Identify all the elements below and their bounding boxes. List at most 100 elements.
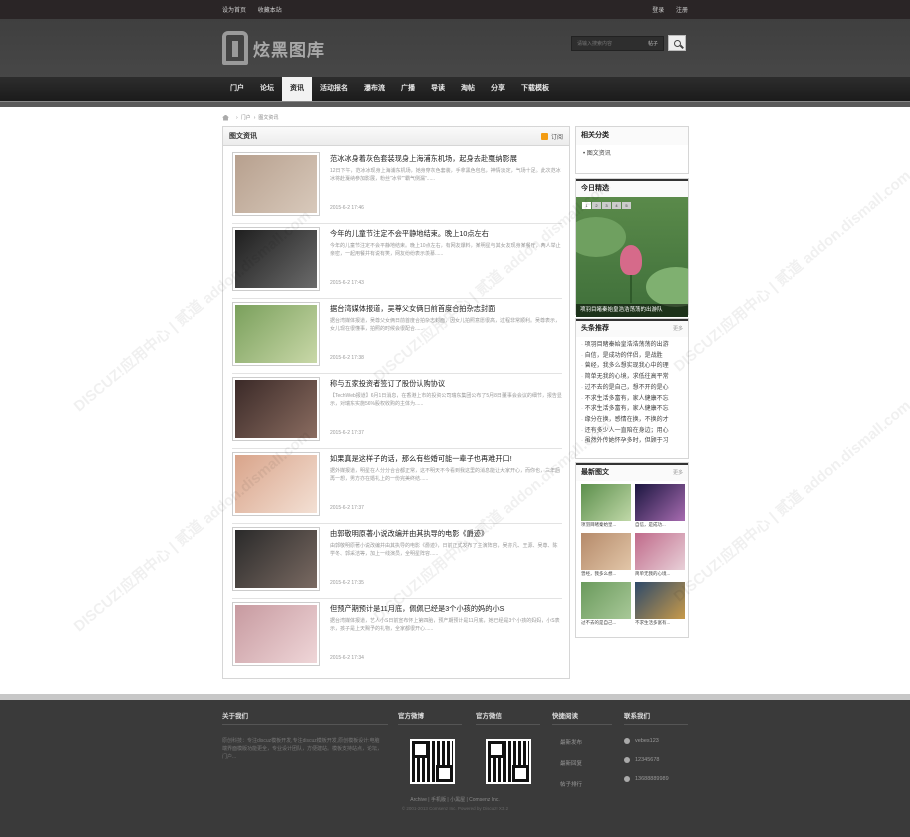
latest-title: 最新图文 (581, 469, 609, 476)
slide-dot[interactable]: 5 (622, 202, 631, 209)
today-picks-title: 今日精选 (576, 179, 688, 197)
article-thumbnail[interactable] (232, 377, 320, 441)
headline-item[interactable]: 过不去的是自己，想不开的是心 (581, 383, 683, 394)
headline-item[interactable]: 简单无我的心境，求低往高平常 (581, 372, 683, 383)
slideshow[interactable]: 1 2 3 4 5 项羽目睹秦始皇浩浩荡荡的出游队 (576, 197, 688, 317)
headlines-box: 头条推荐 更多 项羽目睹秦始皇浩浩荡荡的出游 自信，是成功的伴侣，是战胜 曾经，… (575, 318, 689, 459)
logo-text: 炫黑图库 (253, 40, 325, 60)
search-placeholder: 请输入搜索内容 (577, 41, 613, 47)
nav-item-forum[interactable]: 论坛 (252, 77, 282, 101)
footer-quick-link[interactable]: 最新发布 (552, 738, 612, 746)
article-date: 2015-6-2 17:37 (330, 430, 364, 436)
article-thumbnail[interactable] (232, 152, 320, 216)
set-homepage-link[interactable]: 设为首页 (222, 8, 246, 14)
footer-quick-link[interactable]: 最新回复 (552, 759, 612, 767)
footer-rule (398, 724, 462, 725)
contact-phone: 12345678 (624, 757, 688, 763)
phone-icon (624, 757, 630, 763)
nav-item-share[interactable]: 分享 (483, 77, 513, 101)
latest-more-link[interactable]: 更多 (673, 464, 683, 482)
latest-caption: 不求生活多富有... (635, 620, 671, 625)
nav-item-collections[interactable]: 淘帖 (453, 77, 483, 101)
article-title[interactable]: 称与五家投资者签订了股份认购协议 (330, 379, 562, 389)
category-list: • 图文资讯 (576, 145, 688, 163)
latest-caption: 自信，是成功... (635, 522, 666, 527)
article-summary: 【TechWeb报道】6月1日消息，在香港上市的投资公司瑞东集团公布了5月8日董… (330, 393, 562, 407)
latest-item[interactable]: 简单无我的心境... (635, 533, 685, 578)
rss-label: 订阅 (550, 134, 563, 141)
footer-copyright: © 2001-2013 Comsenz Inc. Powered by Disc… (401, 806, 509, 811)
headline-item[interactable]: 虽然外传她怀孕多时，但顾于习 (581, 436, 683, 447)
weibo-qr-code-icon (410, 739, 455, 784)
bookmark-link[interactable]: 收藏本站 (258, 8, 282, 14)
slide-dot[interactable]: 4 (612, 202, 621, 209)
headline-item[interactable]: 自信，是成功的伴侣，是战胜 (581, 351, 683, 362)
latest-item[interactable]: 过不去的是自己... (581, 582, 631, 627)
slide-dot[interactable]: 2 (592, 202, 601, 209)
breadcrumb-current[interactable]: 图文资讯 (258, 114, 278, 121)
breadcrumb-portal[interactable]: 门户 (241, 114, 251, 121)
headline-item[interactable]: 还有多少人一直陪在身边；用心 (581, 426, 683, 437)
article-title[interactable]: 如果真是这样子的话，那么有些婚可能一辈子也再难开口! (330, 454, 562, 464)
article-summary: 今年的儿童节注定不会平静地结束。晚上10点左右，有网友爆料，某明星与其女友现身某… (330, 243, 561, 257)
search-input[interactable]: 请输入搜索内容 帖子 (571, 36, 664, 51)
slide-dot[interactable]: 1 (582, 202, 591, 209)
article-thumbnail[interactable] (232, 302, 320, 366)
article-thumbnail[interactable] (232, 527, 320, 591)
login-link[interactable]: 登录 (652, 8, 664, 14)
latest-box: 最新图文 更多 项羽目睹秦始皇... 自信，是成功... 曾经，我多么想... … (575, 462, 689, 638)
register-link[interactable]: 注册 (676, 8, 688, 14)
headline-item[interactable]: 曾经，我多么想实现我心中的理 (581, 361, 683, 372)
slide-lotus (620, 245, 642, 275)
headline-item[interactable]: 不求生活多富有，家人健康不忘 (581, 404, 683, 415)
headline-item[interactable]: 不求生活多富有，家人健康不忘 (581, 394, 683, 405)
article-title[interactable]: 由郭敬明原著小说改编并由其执导的电影《爵迹》 (330, 529, 562, 539)
article-title[interactable]: 据台湾媒体报道，吴尊父女俩日前首度合拍杂志封面 (330, 304, 562, 314)
latest-item[interactable]: 自信，是成功... (635, 484, 685, 529)
latest-caption: 简单无我的心境... (635, 571, 671, 576)
nav-item-download[interactable]: 下载模板 (513, 77, 557, 101)
headline-item[interactable]: 项羽目睹秦始皇浩浩荡荡的出游 (581, 340, 683, 351)
footer-quick-link[interactable]: 帖子排行 (552, 780, 612, 788)
article-thumbnail[interactable] (232, 602, 320, 666)
home-icon[interactable] (222, 114, 229, 121)
article-title[interactable]: 今年的儿童节注定不会平静地结束。晚上10点左右 (330, 229, 562, 239)
headline-item[interactable]: 缘分在换，感情在换，不换的才 (581, 415, 683, 426)
article-date: 2015-6-2 17:35 (330, 580, 364, 586)
qq-icon (624, 738, 630, 744)
nav-item-news[interactable]: 资讯 (282, 77, 312, 101)
header: 炫黑图库 请输入搜索内容 帖子 (0, 19, 910, 77)
slide-pager: 1 2 3 4 5 (582, 202, 632, 209)
footer-weibo-title: 官方微博 (398, 713, 424, 720)
article-image (235, 530, 317, 588)
latest-item[interactable]: 项羽目睹秦始皇... (581, 484, 631, 529)
nav-item-broadcast[interactable]: 广播 (393, 77, 423, 101)
article-thumbnail[interactable] (232, 452, 320, 516)
article-date: 2015-6-2 17:46 (330, 205, 364, 211)
category-item[interactable]: • 图文资讯 (583, 148, 683, 157)
footer-links[interactable]: Archive | 手机版 | 小黑屋 | Comsenz Inc. (0, 796, 910, 803)
footer-rule (552, 724, 612, 725)
latest-image (635, 484, 685, 521)
nav-divider (0, 101, 910, 107)
search-icon (673, 39, 681, 47)
search-button[interactable] (668, 35, 686, 51)
slide-caption[interactable]: 项羽目睹秦始皇浩浩荡荡的出游队 (576, 304, 688, 317)
article-title[interactable]: 但预产期预计是11月底，佩佩已经是3个小孩的妈的小S (330, 604, 562, 614)
article-thumbnail[interactable] (232, 227, 320, 291)
rss-subscribe-link[interactable]: 订阅 (540, 132, 563, 141)
search-type-select[interactable]: 帖子 (648, 40, 658, 47)
nav-item-waterfall[interactable]: 瀑布流 (356, 77, 393, 101)
latest-item[interactable]: 不求生活多富有... (635, 582, 685, 627)
slide-dot[interactable]: 3 (602, 202, 611, 209)
site-logo[interactable]: 炫黑图库 (222, 28, 325, 68)
slide-leaf (646, 267, 688, 307)
article-date: 2015-6-2 17:34 (330, 655, 364, 661)
article-title[interactable]: 范冰冰身着灰色套装现身上海浦东机场，起身去赴戛纳影展 (330, 154, 562, 164)
article-item: 称与五家投资者签订了股份认购协议 【TechWeb报道】6月1日消息，在香港上市… (232, 374, 562, 449)
nav-item-events[interactable]: 活动报名 (312, 77, 356, 101)
nav-item-portal[interactable]: 门户 (222, 77, 252, 101)
nav-item-guide[interactable]: 导读 (423, 77, 453, 101)
headlines-more-link[interactable]: 更多 (673, 320, 683, 338)
latest-item[interactable]: 曾经，我多么想... (581, 533, 631, 578)
